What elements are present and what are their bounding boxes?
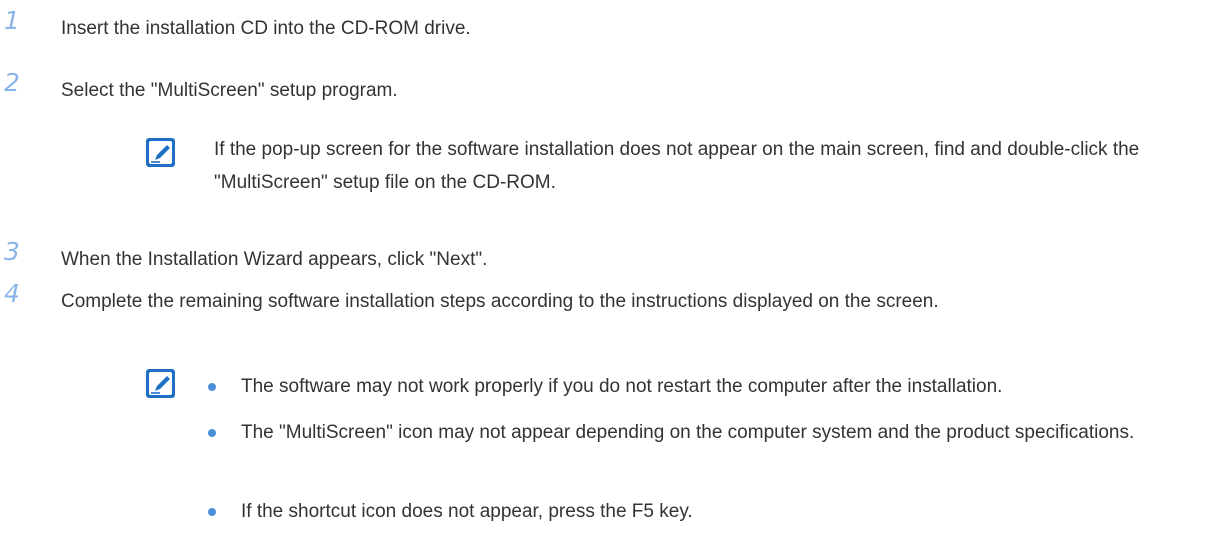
note-pencil-icon xyxy=(146,369,175,398)
bullet-dot xyxy=(208,508,216,516)
step-text: When the Installation Wizard appears, cl… xyxy=(61,249,488,270)
step-text: Select the "MultiScreen" setup program. xyxy=(61,80,398,101)
note-pencil-icon xyxy=(146,138,175,167)
bullet-text: If the shortcut icon does not appear, pr… xyxy=(241,501,693,522)
step-text: Insert the installation CD into the CD-R… xyxy=(61,18,471,39)
bullet-dot xyxy=(208,429,216,437)
bullet-dot xyxy=(208,383,216,391)
note-text: If the pop-up screen for the software in… xyxy=(214,139,1140,193)
bullet-text: The "MultiScreen" icon may not appear de… xyxy=(241,422,1135,443)
step-number: 3 xyxy=(4,237,20,266)
step-number: 1 xyxy=(4,6,20,35)
bullet-text: The software may not work properly if yo… xyxy=(241,376,1003,397)
step-number: 2 xyxy=(4,68,20,97)
step-text: Complete the remaining software installa… xyxy=(61,291,939,312)
step-number: 4 xyxy=(4,279,20,308)
